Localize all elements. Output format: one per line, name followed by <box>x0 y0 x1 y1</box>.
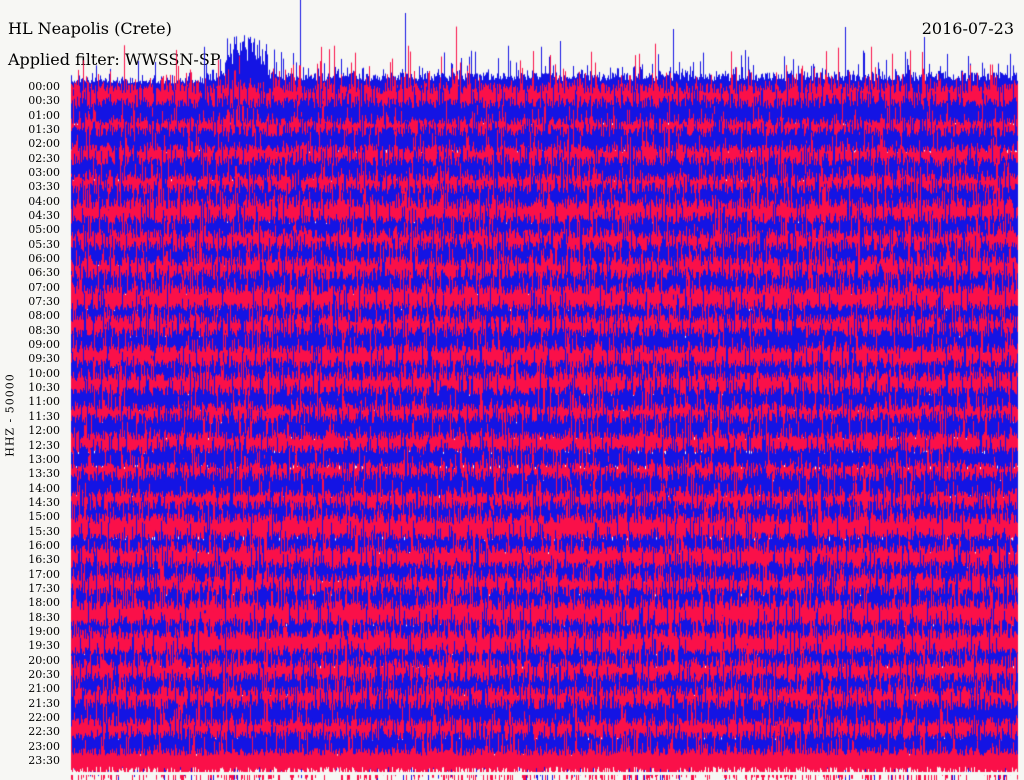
time-label: 23:00 <box>28 739 60 753</box>
time-label: 22:00 <box>28 710 60 724</box>
time-label: 19:30 <box>28 639 60 653</box>
time-label: 20:30 <box>28 667 60 681</box>
time-label: 02:00 <box>28 137 60 151</box>
date-label: 2016-07-23 <box>921 19 1014 38</box>
time-label: 18:00 <box>28 596 60 610</box>
time-label: 16:30 <box>28 553 60 567</box>
time-label: 12:30 <box>28 438 60 452</box>
time-label: 04:00 <box>28 194 60 208</box>
time-label: 00:00 <box>28 80 60 93</box>
time-label: 15:30 <box>28 524 60 538</box>
time-label: 15:00 <box>28 510 60 524</box>
time-label: 17:30 <box>28 581 60 595</box>
time-label: 04:30 <box>28 209 60 223</box>
time-axis: 00:00 00:30 01:00 01:30 02:00 02:30 03:00 03:30… <box>0 0 62 780</box>
time-label: 20:00 <box>28 653 60 667</box>
time-label: 07:30 <box>28 295 60 309</box>
time-label: 13:30 <box>28 467 60 481</box>
time-label: 09:00 <box>28 338 60 352</box>
time-label: 21:30 <box>28 696 60 710</box>
time-label: 11:30 <box>28 409 60 423</box>
time-label: 13:00 <box>28 452 60 466</box>
time-label: 07:00 <box>28 280 60 294</box>
time-label: 09:30 <box>28 352 60 366</box>
time-label: 11:00 <box>28 395 60 409</box>
time-label: 14:00 <box>28 481 60 495</box>
time-label: 06:00 <box>28 252 60 266</box>
time-label: 01:00 <box>28 108 60 122</box>
time-label: 12:00 <box>28 424 60 438</box>
time-label: 16:00 <box>28 538 60 552</box>
time-label: 22:30 <box>28 725 60 739</box>
time-label: 10:00 <box>28 366 60 380</box>
time-label: 06:30 <box>28 266 60 280</box>
time-label: 03:30 <box>28 180 60 194</box>
time-label: 08:00 <box>28 309 60 323</box>
time-label: 10:30 <box>28 381 60 395</box>
time-label: 00:30 <box>28 94 60 108</box>
time-label: 19:00 <box>28 624 60 638</box>
time-label: 05:30 <box>28 237 60 251</box>
time-label: 21:00 <box>28 682 60 696</box>
time-label: 08:30 <box>28 323 60 337</box>
heliplot-canvas <box>0 0 1024 780</box>
time-label: 02:30 <box>28 151 60 165</box>
time-label: 23:30 <box>28 753 60 767</box>
time-label: 05:00 <box>28 223 60 237</box>
time-label: 17:00 <box>28 567 60 581</box>
time-label: 01:30 <box>28 123 60 137</box>
time-label: 18:30 <box>28 610 60 624</box>
heliplot-page: HL Neapolis (Crete) Applied filter: WWSS… <box>0 0 1024 780</box>
time-label: 14:30 <box>28 495 60 509</box>
time-label: 03:00 <box>28 166 60 180</box>
